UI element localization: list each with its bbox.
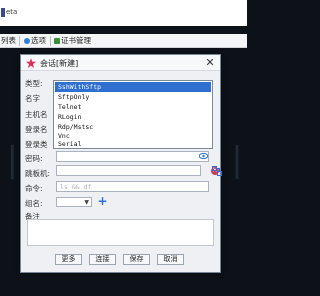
menu-options-label: 选项 [31, 36, 46, 45]
notes-textarea[interactable] [27, 219, 214, 246]
name-label: 名字 [25, 94, 40, 103]
dialog-title: 会话[新建] [40, 59, 79, 68]
dropdown-option[interactable]: SshWithSftp [55, 82, 211, 92]
password-label: 密码: [25, 154, 43, 163]
dropdown-option[interactable]: RLogin [55, 112, 211, 122]
login-name-label: 登录名 [25, 125, 48, 134]
login-type-label: 登录类 [25, 140, 48, 149]
jump-host-input[interactable] [56, 165, 201, 176]
command-label: 命令: [25, 184, 43, 193]
group-select[interactable]: ▼ [56, 197, 92, 207]
app-titlebar: eta [0, 0, 247, 26]
session-type-dropdown[interactable]: SshWithSftp SftpOnly Telnet RLogin Rdp/M… [53, 80, 213, 149]
dialog-titlebar: 会话[新建] ✕ [21, 55, 220, 71]
more-button[interactable]: 更多 [55, 254, 82, 265]
password-field[interactable] [56, 151, 209, 162]
menu-divider [19, 36, 20, 46]
menu-certificates-label: 证书管理 [61, 36, 91, 45]
dropdown-option[interactable]: Telnet [55, 102, 211, 112]
session-icon [26, 58, 36, 68]
certificate-icon [54, 38, 60, 44]
type-label: 类型: [25, 79, 43, 88]
chevron-down-icon: ▼ [84, 199, 89, 206]
options-icon [24, 38, 30, 44]
close-icon[interactable]: ✕ [204, 56, 216, 69]
command-input[interactable]: ls && df [56, 181, 209, 192]
group-label: 组名: [25, 199, 43, 208]
menu-list[interactable]: 列表 [1, 35, 16, 47]
cancel-button[interactable]: 取消 [157, 254, 184, 265]
app-title: eta [6, 8, 18, 16]
save-button[interactable]: 保存 [123, 254, 150, 265]
connect-button[interactable]: 连接 [89, 254, 116, 265]
jump-host-label: 跳板机: [25, 169, 51, 178]
command-placeholder: ls && df [60, 183, 92, 191]
main-menubar: 列表 选项 证书管理 [0, 34, 247, 48]
jump-host-select-icon[interactable] [212, 166, 222, 176]
menu-divider [50, 36, 51, 46]
new-session-dialog: 会话[新建] ✕ 类型: 名字 主机名 登录名 登录类 密码: 跳板机: 命令:… [20, 54, 222, 273]
dropdown-option[interactable]: SftpOnly [55, 92, 211, 102]
host-label: 主机名 [25, 110, 48, 119]
show-password-icon[interactable] [199, 153, 208, 159]
app-logo-icon [1, 8, 5, 17]
add-group-icon[interactable]: + [97, 195, 108, 207]
dropdown-option[interactable]: Serial [55, 139, 211, 149]
menu-certificates[interactable]: 证书管理 [54, 35, 91, 47]
menu-options[interactable]: 选项 [24, 35, 46, 47]
